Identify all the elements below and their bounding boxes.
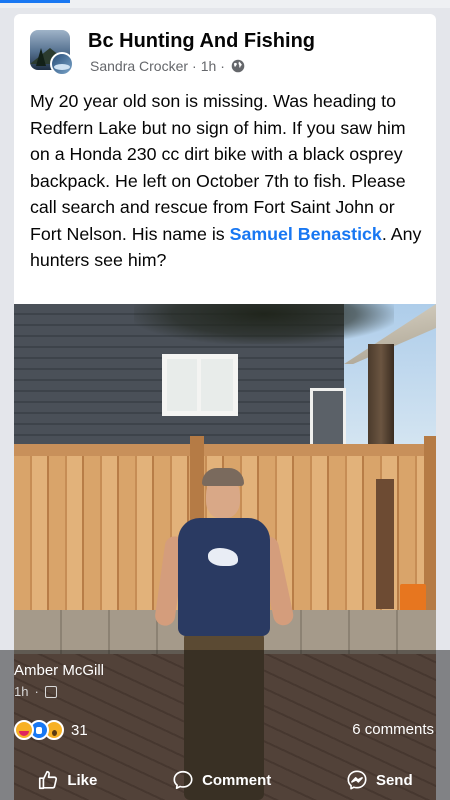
shirt-logo: [208, 548, 238, 566]
post-body-text: My 20 year old son is missing. Was headi…: [30, 91, 406, 244]
post-meta: Sandra Crocker · 1h ·: [90, 58, 245, 74]
action-bar: Like Comment Send: [0, 760, 450, 800]
sharer-meta: 1h ·: [14, 684, 57, 699]
meta-separator: ·: [34, 684, 39, 699]
like-label: Like: [67, 771, 98, 789]
post-header: Bc Hunting And Fishing Sandra Crocker · …: [30, 30, 424, 80]
comment-bubble-icon: [173, 770, 193, 790]
post-body: My 20 year old son is missing. Was headi…: [30, 88, 430, 274]
reaction-count: 31: [71, 721, 88, 739]
tree-graphic: [36, 48, 46, 66]
photo-window: [162, 354, 238, 416]
comment-button[interactable]: Comment: [172, 769, 271, 791]
lake-graphic: [54, 64, 70, 70]
thumbs-up-icon: [39, 770, 58, 790]
author-avatar[interactable]: [50, 52, 74, 76]
photo-fence-rail: [14, 444, 436, 456]
comments-count[interactable]: 6 comments: [352, 721, 434, 738]
messenger-icon: [347, 770, 367, 790]
like-button[interactable]: Like: [37, 769, 97, 791]
author-name[interactable]: Sandra Crocker: [90, 58, 188, 74]
top-tab-strip: [0, 0, 450, 8]
meta-separator: ·: [192, 58, 197, 74]
person-shirt: [178, 518, 270, 636]
active-tab-indicator: [0, 0, 70, 3]
meta-separator: ·: [220, 58, 225, 74]
send-button[interactable]: Send: [346, 769, 413, 791]
photo-tree-foliage: [134, 304, 394, 344]
care-reaction-icon: [14, 720, 34, 740]
globe-icon: [231, 59, 245, 73]
tagged-name-link[interactable]: Samuel Benastick: [230, 224, 382, 244]
person-cap: [202, 468, 244, 486]
post-time[interactable]: 1h: [201, 58, 217, 74]
comment-label: Comment: [202, 771, 272, 789]
sharer-time: 1h: [14, 684, 29, 699]
send-label: Send: [375, 771, 413, 789]
photo-plank: [376, 479, 394, 609]
group-name[interactable]: Bc Hunting And Fishing: [88, 30, 315, 53]
friends-icon: [44, 685, 57, 698]
sharer-name[interactable]: Amber McGill: [14, 662, 104, 679]
reaction-summary[interactable]: 31: [14, 720, 88, 740]
